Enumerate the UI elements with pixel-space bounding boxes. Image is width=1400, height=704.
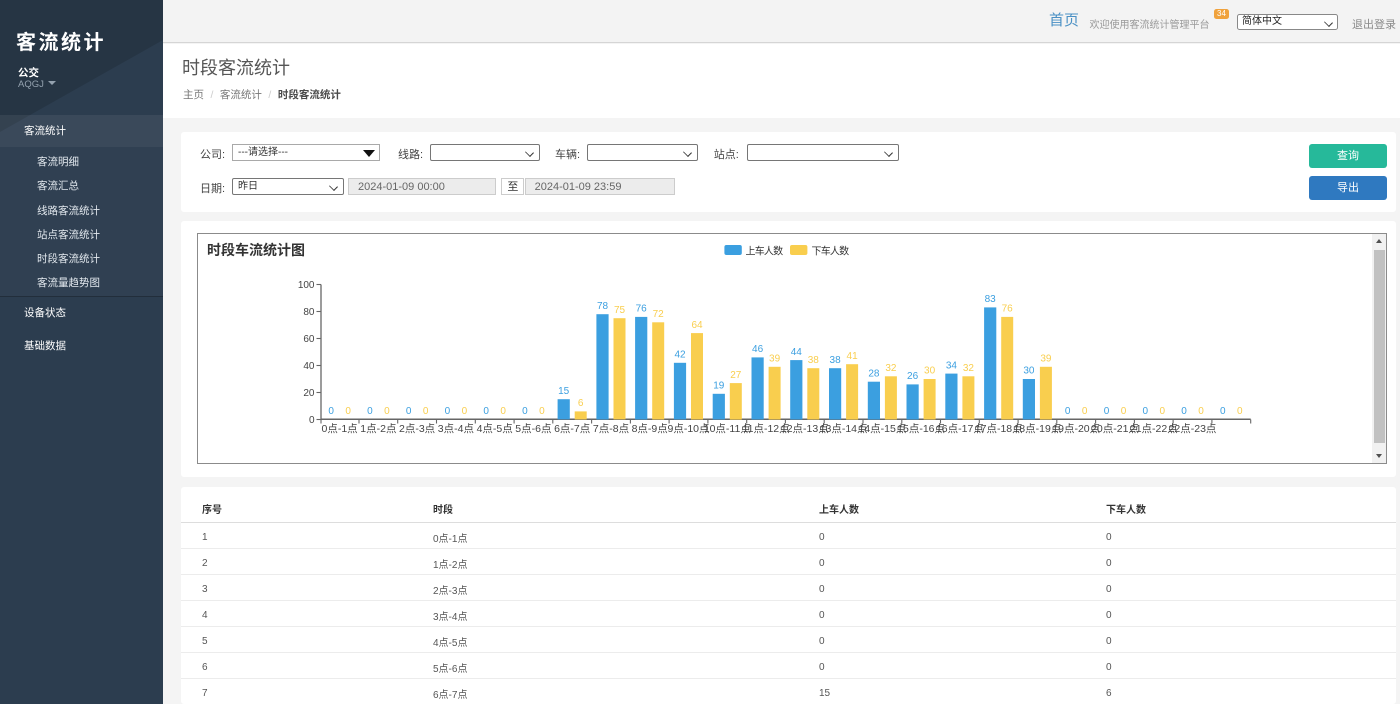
svg-text:0: 0 xyxy=(1181,406,1187,417)
svg-text:22点-23点: 22点-23点 xyxy=(1169,423,1217,435)
svg-text:42: 42 xyxy=(674,349,686,360)
svg-text:0: 0 xyxy=(406,406,412,417)
svg-text:0: 0 xyxy=(1121,406,1127,417)
svg-text:0: 0 xyxy=(345,406,351,417)
svg-text:0: 0 xyxy=(462,406,468,417)
svg-text:0点-1点: 0点-1点 xyxy=(322,423,358,435)
svg-text:72: 72 xyxy=(653,309,665,320)
svg-text:上车人数: 上车人数 xyxy=(746,244,784,257)
svg-text:44: 44 xyxy=(791,346,803,357)
svg-text:46: 46 xyxy=(752,344,764,355)
svg-text:0: 0 xyxy=(500,406,506,417)
svg-text:75: 75 xyxy=(614,305,626,316)
svg-text:76: 76 xyxy=(1002,303,1014,314)
svg-text:0: 0 xyxy=(1220,406,1226,417)
svg-text:80: 80 xyxy=(303,307,315,318)
svg-text:4点-5点: 4点-5点 xyxy=(477,423,513,435)
svg-text:26: 26 xyxy=(907,371,919,382)
svg-text:8点-9点: 8点-9点 xyxy=(632,423,668,435)
svg-text:40: 40 xyxy=(303,361,315,372)
svg-text:时段车流统计图: 时段车流统计图 xyxy=(207,242,305,258)
svg-text:78: 78 xyxy=(597,300,609,311)
svg-text:0: 0 xyxy=(367,406,373,417)
svg-text:0: 0 xyxy=(309,415,315,426)
svg-text:30: 30 xyxy=(924,365,936,376)
svg-text:0: 0 xyxy=(1143,406,1149,417)
svg-text:38: 38 xyxy=(830,354,842,365)
svg-text:0: 0 xyxy=(1198,406,1204,417)
svg-text:28: 28 xyxy=(868,368,880,379)
svg-text:64: 64 xyxy=(691,319,703,330)
svg-text:0: 0 xyxy=(423,406,429,417)
svg-text:0: 0 xyxy=(1082,406,1088,417)
svg-text:3点-4点: 3点-4点 xyxy=(438,423,474,435)
svg-text:0: 0 xyxy=(539,406,545,417)
svg-text:2点-3点: 2点-3点 xyxy=(399,423,435,435)
svg-text:32: 32 xyxy=(963,363,975,374)
svg-text:0: 0 xyxy=(1104,406,1110,417)
svg-text:0: 0 xyxy=(445,406,451,417)
svg-text:27: 27 xyxy=(730,369,742,380)
svg-text:38: 38 xyxy=(808,354,820,365)
svg-text:34: 34 xyxy=(946,360,958,371)
svg-text:39: 39 xyxy=(1040,353,1052,364)
svg-text:39: 39 xyxy=(769,353,781,364)
svg-text:7点-8点: 7点-8点 xyxy=(593,423,629,435)
svg-text:15: 15 xyxy=(558,385,570,396)
svg-text:1点-2点: 1点-2点 xyxy=(360,423,396,435)
svg-text:0: 0 xyxy=(483,406,489,417)
svg-text:0: 0 xyxy=(522,406,528,417)
svg-text:6点-7点: 6点-7点 xyxy=(554,423,590,435)
svg-text:60: 60 xyxy=(303,334,315,345)
svg-text:30: 30 xyxy=(1023,365,1035,376)
svg-text:5点-6点: 5点-6点 xyxy=(515,423,551,435)
svg-text:41: 41 xyxy=(847,350,859,361)
svg-text:32: 32 xyxy=(885,363,897,374)
svg-text:76: 76 xyxy=(636,303,648,314)
svg-text:83: 83 xyxy=(985,294,997,305)
svg-text:0: 0 xyxy=(1160,406,1166,417)
svg-text:0: 0 xyxy=(1065,406,1071,417)
svg-text:下车人数: 下车人数 xyxy=(812,244,850,257)
svg-text:0: 0 xyxy=(384,406,390,417)
svg-text:6: 6 xyxy=(578,398,584,409)
svg-text:0: 0 xyxy=(328,406,334,417)
svg-text:0: 0 xyxy=(1237,406,1243,417)
svg-text:100: 100 xyxy=(298,280,315,291)
svg-text:19: 19 xyxy=(713,380,725,391)
svg-text:20: 20 xyxy=(303,388,315,399)
